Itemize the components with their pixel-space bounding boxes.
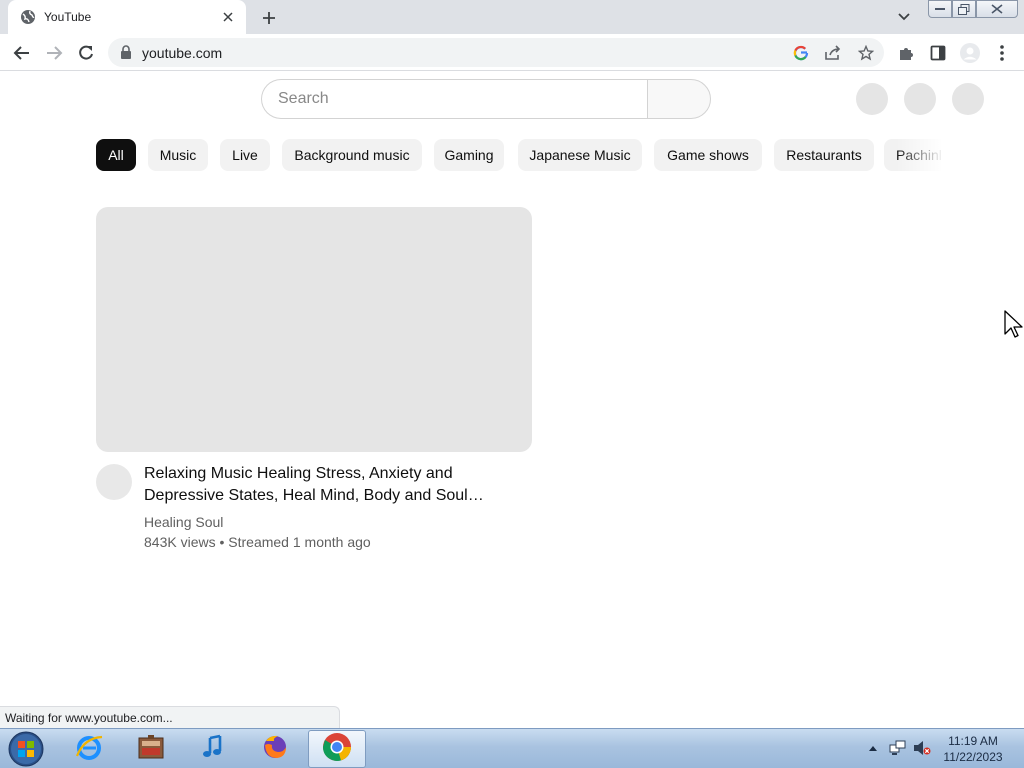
notifications-button-placeholder[interactable] <box>904 83 936 115</box>
reload-button[interactable] <box>74 41 98 65</box>
account-avatar-placeholder[interactable] <box>952 83 984 115</box>
create-button-placeholder[interactable] <box>856 83 888 115</box>
system-clock[interactable]: 11:19 AM 11/22/2023 <box>938 733 1008 765</box>
clock-time: 11:19 AM <box>948 734 998 748</box>
show-hidden-icons-icon[interactable] <box>866 739 880 757</box>
kebab-menu-icon[interactable] <box>990 41 1014 65</box>
lock-icon[interactable] <box>120 45 134 61</box>
chrome-icon <box>321 731 353 768</box>
windows-taskbar: 11:19 AM 11/22/2023 <box>0 728 1024 768</box>
chip-music[interactable]: Music <box>148 139 208 171</box>
forward-button[interactable] <box>42 41 66 65</box>
category-chips-bar: All Music Live Background music Gaming J… <box>96 139 941 173</box>
chip-background-music[interactable]: Background music <box>282 139 422 171</box>
media-center-icon <box>136 732 166 767</box>
search-box <box>261 79 648 119</box>
browser-toolbar: youtube.com <box>0 34 1024 71</box>
minimize-button[interactable] <box>928 0 952 18</box>
status-bubble: Waiting for www.youtube.com... <box>0 706 340 728</box>
tab-youtube[interactable]: YouTube <box>8 0 246 34</box>
share-icon[interactable] <box>822 42 844 64</box>
start-button[interactable] <box>6 730 46 768</box>
chip-live[interactable]: Live <box>220 139 270 171</box>
chip-gaming[interactable]: Gaming <box>434 139 504 171</box>
media-center-taskbar-button[interactable] <box>122 730 180 768</box>
chips-scroll-fade <box>896 139 944 173</box>
channel-avatar[interactable] <box>96 464 132 500</box>
chip-japanese-music[interactable]: Japanese Music <box>518 139 642 171</box>
profile-avatar-icon[interactable] <box>958 41 982 65</box>
bookmark-star-icon[interactable] <box>855 42 877 64</box>
tab-title: YouTube <box>44 10 92 24</box>
network-icon[interactable] <box>889 739 907 757</box>
back-button[interactable] <box>10 41 34 65</box>
video-thumbnail[interactable] <box>96 207 532 452</box>
internet-explorer-icon <box>74 732 104 767</box>
music-note-icon <box>198 732 228 767</box>
chip-game-shows[interactable]: Game shows <box>654 139 762 171</box>
new-tab-button[interactable] <box>258 7 280 29</box>
search-button[interactable] <box>647 79 711 119</box>
url-text[interactable]: youtube.com <box>142 45 222 61</box>
tab-strip: YouTube <box>0 0 1024 34</box>
side-panel-icon[interactable] <box>926 41 950 65</box>
address-bar[interactable]: youtube.com <box>108 38 884 67</box>
chevron-down-icon[interactable] <box>894 8 914 26</box>
volume-muted-icon[interactable] <box>913 739 931 757</box>
channel-name[interactable]: Healing Soul <box>144 514 223 530</box>
video-title[interactable]: Relaxing Music Healing Stress, Anxiety a… <box>144 463 504 507</box>
firefox-taskbar-button[interactable] <box>246 730 304 768</box>
extensions-puzzle-icon[interactable] <box>894 41 918 65</box>
close-window-button[interactable] <box>976 0 1018 18</box>
close-tab-icon[interactable] <box>220 9 236 25</box>
globe-icon <box>20 9 36 25</box>
chip-all[interactable]: All <box>96 139 136 171</box>
google-icon[interactable] <box>790 42 812 64</box>
chrome-taskbar-button[interactable] <box>308 730 366 768</box>
clock-date: 11/22/2023 <box>943 750 1003 764</box>
video-metadata: 843K views • Streamed 1 month ago <box>144 534 371 550</box>
itunes-taskbar-button[interactable] <box>184 730 242 768</box>
restore-button[interactable] <box>952 0 976 18</box>
internet-explorer-taskbar-button[interactable] <box>60 730 118 768</box>
chip-restaurants[interactable]: Restaurants <box>774 139 874 171</box>
mouse-cursor-icon <box>1004 310 1023 338</box>
search-input[interactable] <box>278 80 638 118</box>
firefox-icon <box>260 732 290 767</box>
